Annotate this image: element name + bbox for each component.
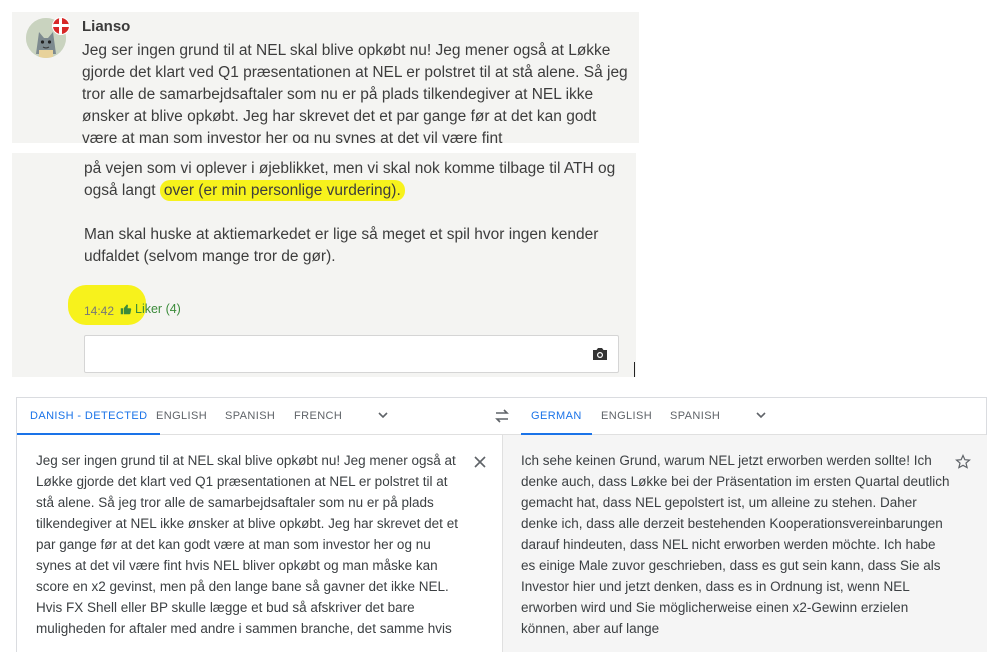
source-pane[interactable]: Jeg ser ingen grund til at NEL skal bliv… (17, 435, 501, 652)
source-text[interactable]: Jeg ser ingen grund til at NEL skal bliv… (36, 450, 466, 639)
comment-text-bottom: x på vejen som vi oplever i øjeblikket, … (84, 153, 629, 290)
tab-target-english[interactable]: ENGLISH (601, 398, 652, 434)
star-icon[interactable] (955, 454, 971, 470)
chevron-down-icon[interactable] (377, 409, 389, 421)
target-pane: Ich sehe keinen Grund, warum NEL jetzt e… (502, 435, 987, 652)
like-button[interactable]: Liker (4) (120, 302, 181, 316)
comment-text-top: Jeg ser ingen grund til at NEL skal bliv… (82, 42, 628, 143)
swap-icon[interactable] (493, 407, 511, 425)
comment-meta: 14:42 Liker (4) (68, 285, 198, 327)
target-text: Ich sehe keinen Grund, warum NEL jetzt e… (521, 453, 950, 636)
chevron-down-icon[interactable] (755, 409, 767, 421)
comment-paragraph-2: Man skal huske at aktiemarkedet er lige … (84, 226, 599, 265)
tab-source-french[interactable]: FRENCH (294, 398, 342, 434)
tab-source-spanish[interactable]: SPANISH (225, 398, 275, 434)
camera-icon[interactable] (592, 347, 608, 361)
like-label: Liker (4) (135, 302, 181, 316)
tab-source-danish-detected[interactable]: DANISH - DETECTED (17, 398, 161, 435)
tab-source-english[interactable]: ENGLISH (156, 398, 207, 434)
text-cursor (634, 362, 635, 377)
comment-time: 14:42 (84, 304, 115, 318)
close-icon[interactable] (473, 455, 487, 469)
highlighted-text: over (er min personlige vurdering). (159, 180, 405, 201)
language-bar: DANISH - DETECTED ENGLISH SPANISH FRENCH… (17, 398, 986, 435)
tab-target-german[interactable]: GERMAN (521, 398, 592, 435)
tab-target-spanish[interactable]: SPANISH (670, 398, 720, 434)
comment-top: Lianso Jeg ser ingen grund til at NEL sk… (12, 12, 639, 143)
translate-widget: DANISH - DETECTED ENGLISH SPANISH FRENCH… (16, 397, 987, 652)
flag-denmark-icon (52, 17, 70, 35)
comment-author[interactable]: Lianso (82, 18, 130, 35)
comment-bottom: x på vejen som vi oplever i øjeblikket, … (12, 153, 636, 377)
thumbs-up-icon (120, 304, 132, 315)
reply-input[interactable] (84, 335, 619, 373)
